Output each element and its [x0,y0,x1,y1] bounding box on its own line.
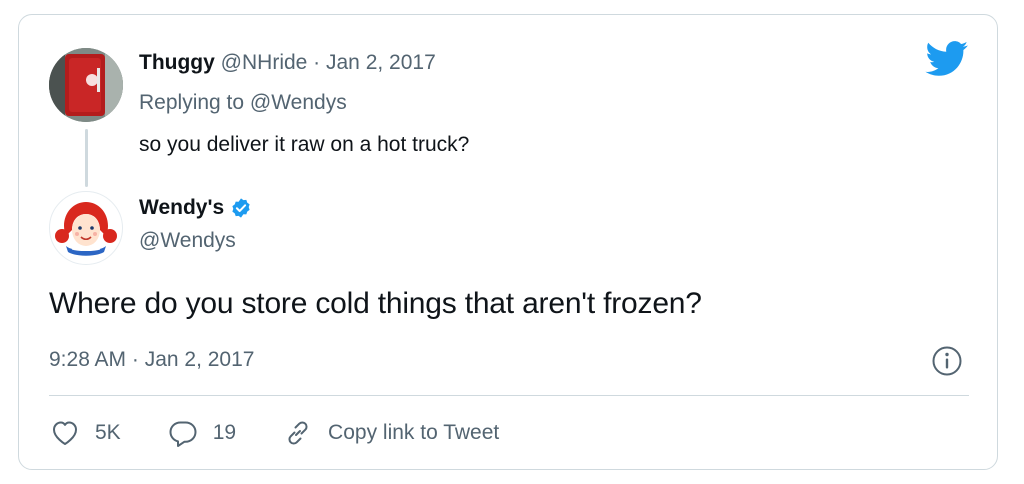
author-name-row: Wendy's [139,196,252,220]
tweet-timestamp[interactable]: 9:28 AM · Jan 2, 2017 [49,348,254,372]
reply-bubble-icon [169,421,197,447]
wendys-logo [52,194,120,262]
author-handle[interactable]: @Wendys [139,229,236,253]
divider [49,395,969,396]
copy-link-button[interactable]: Copy link to Tweet [282,417,499,449]
like-count: 5K [95,421,121,444]
copy-link-label: Copy link to Tweet [328,421,500,444]
fridge-photo [49,48,123,122]
reply-text: so you deliver it raw on a hot truck? [139,133,470,156]
heart-icon [53,421,77,445]
thread-line [85,129,88,187]
link-icon [288,421,308,445]
author-avatar[interactable] [49,191,123,265]
replying-prefix: Replying to [139,91,250,114]
reply-header: Thuggy @NHride · Jan 2, 2017 [139,51,436,75]
info-icon[interactable] [931,345,963,377]
reply-handle-time[interactable]: @NHride · Jan 2, 2017 [221,51,436,74]
reply-avatar[interactable] [49,48,123,122]
twitter-bird-icon[interactable] [925,41,969,77]
verified-badge-icon [232,198,250,218]
reply-count: 19 [212,421,237,444]
like-button[interactable]: 5K [49,417,121,449]
reply-button[interactable]: 19 [167,417,236,449]
tweet-text: Where do you store cold things that aren… [49,287,702,320]
tweet-actions: 5K 19 Copy link to Tweet [49,417,545,449]
replying-to: Replying to @Wendys [139,91,347,115]
replying-mention[interactable]: @Wendys [250,91,347,114]
author-name[interactable]: Wendy's [139,196,224,220]
tweet-card: Thuggy @NHride · Jan 2, 2017 Replying to… [18,14,998,470]
reply-author-name[interactable]: Thuggy [139,51,215,74]
